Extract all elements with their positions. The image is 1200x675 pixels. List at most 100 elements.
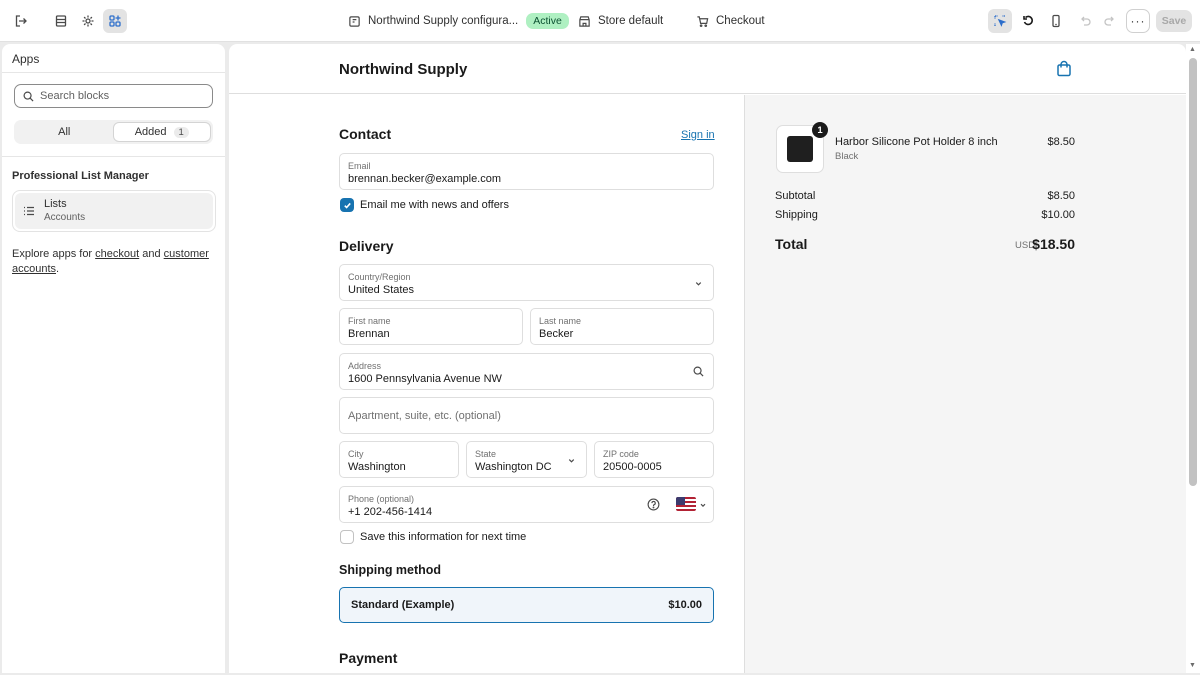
app-block-lists[interactable]: Lists Accounts (12, 190, 216, 232)
country-select[interactable]: Country/Region United States (339, 264, 714, 301)
cart-icon (697, 15, 709, 27)
list-icon (24, 206, 34, 216)
last-name-value: Becker (539, 328, 574, 340)
added-count-badge: 1 (173, 126, 189, 138)
app-section-title: Professional List Manager (12, 170, 149, 182)
address-label: Address (348, 361, 382, 371)
city-field[interactable]: City Washington (339, 441, 459, 478)
tab-added[interactable]: Added 1 (112, 122, 211, 142)
preview-scrollbar[interactable]: ▲ ▼ (1186, 44, 1200, 673)
apps-icon[interactable] (103, 9, 127, 33)
email-label: Email (348, 161, 371, 171)
scrollbar-thumb[interactable] (1189, 58, 1197, 486)
city-label: City (348, 449, 364, 459)
country-value: United States (348, 284, 415, 296)
email-value: brennan.becker@example.com (348, 173, 502, 185)
store-icon (579, 15, 590, 27)
shipping-option-price: $10.00 (668, 599, 702, 611)
help-icon[interactable] (647, 498, 660, 511)
settings-gear-icon[interactable] (76, 9, 100, 33)
redo-icon[interactable] (1098, 9, 1122, 33)
store-label: Store default (598, 15, 664, 27)
sidebar-divider (2, 156, 225, 157)
checkout-config-icon (349, 15, 360, 27)
tab-all[interactable]: All (16, 122, 113, 142)
search-placeholder: Search blocks (40, 90, 110, 102)
zip-value: 20500-0005 (603, 461, 662, 473)
page-selector[interactable]: Checkout (696, 0, 765, 42)
checkout-header: Northwind Supply (229, 44, 1186, 94)
state-select[interactable]: State Washington DC (466, 441, 587, 478)
zip-field[interactable]: ZIP code 20500-0005 (594, 441, 714, 478)
contact-heading: Contact (339, 126, 392, 142)
chevron-down-icon (695, 282, 702, 286)
checkout-apps-link[interactable]: checkout (95, 248, 139, 260)
mobile-preview-icon[interactable] (1044, 9, 1068, 33)
newsletter-label: Email me with news and offers (360, 199, 509, 211)
refresh-icon[interactable] (1016, 9, 1040, 33)
email-field[interactable]: Email brennan.becker@example.com (339, 153, 714, 190)
sign-in-link[interactable]: Sign in (681, 129, 715, 141)
save-button[interactable]: Save (1156, 10, 1192, 32)
more-actions-button[interactable]: ··· (1126, 9, 1150, 33)
address-field[interactable]: Address 1600 Pennsylvania Avenue NW (339, 353, 714, 390)
shopping-bag-icon[interactable] (1056, 60, 1072, 80)
first-name-label: First name (348, 316, 391, 326)
sections-icon[interactable] (49, 9, 73, 33)
search-icon (23, 91, 34, 102)
address-value: 1600 Pennsylvania Avenue NW (348, 373, 502, 385)
save-info-checkbox[interactable] (340, 530, 354, 544)
phone-value: +1 202-456-1414 (348, 506, 433, 518)
product-price: $8.50 (1047, 136, 1075, 148)
first-name-value: Brennan (348, 328, 390, 340)
chevron-down-icon (568, 459, 575, 463)
filter-tabs: All Added 1 (14, 120, 213, 144)
quantity-badge: 1 (812, 122, 828, 138)
shipping-label: Shipping (775, 209, 818, 221)
total-value: $18.50 (1032, 236, 1075, 252)
shipping-value: $10.00 (1041, 209, 1075, 221)
sidebar-title: Apps (12, 52, 40, 66)
product-variant: Black (835, 151, 859, 162)
apartment-field[interactable]: Apartment, suite, etc. (optional) (339, 397, 714, 434)
app-block-subtitle: Accounts (44, 212, 86, 223)
phone-field[interactable]: Phone (optional) +1 202-456-1414 (339, 486, 714, 523)
store-selector[interactable]: Store default (578, 0, 663, 42)
exit-icon[interactable] (9, 9, 33, 33)
first-name-field[interactable]: First name Brennan (339, 308, 523, 345)
order-summary: 1 Harbor Silicone Pot Holder 8 inch Blac… (744, 95, 1186, 673)
payment-heading: Payment (339, 650, 398, 666)
explore-middle: and (139, 248, 164, 260)
scroll-up-icon[interactable]: ▲ (1189, 46, 1196, 53)
newsletter-checkbox[interactable] (340, 198, 354, 212)
phone-label: Phone (optional) (348, 494, 415, 504)
config-selector[interactable]: Northwind Supply configura... Active (348, 0, 569, 42)
state-value: Washington DC (475, 461, 552, 473)
scroll-down-icon[interactable]: ▼ (1189, 662, 1196, 669)
total-label: Total (775, 236, 808, 252)
checkout-preview: Northwind Supply 1 Harbor Silicone Pot H… (229, 44, 1186, 673)
explore-suffix: . (56, 263, 60, 275)
check-icon (343, 202, 351, 209)
delivery-heading: Delivery (339, 238, 394, 254)
us-flag-icon[interactable] (676, 497, 696, 511)
product-name: Harbor Silicone Pot Holder 8 inch (835, 136, 998, 148)
store-name: Northwind Supply (339, 61, 468, 78)
tab-all-label: All (58, 126, 71, 138)
search-icon[interactable] (693, 366, 704, 377)
shipping-option[interactable]: Standard (Example) $10.00 (339, 587, 714, 623)
shipping-option-name: Standard (Example) (351, 599, 455, 611)
explore-apps-text: Explore apps for checkout and customer a… (12, 247, 212, 277)
tab-added-label: Added (134, 126, 167, 138)
subtotal-label: Subtotal (775, 190, 816, 202)
country-label: Country/Region (348, 272, 411, 282)
inspector-select-icon[interactable] (988, 9, 1012, 33)
city-value: Washington (348, 461, 406, 473)
search-blocks-input[interactable]: Search blocks (14, 84, 213, 108)
undo-icon[interactable] (1073, 9, 1097, 33)
zip-label: ZIP code (603, 449, 639, 459)
status-badge: Active (526, 13, 569, 29)
apartment-placeholder: Apartment, suite, etc. (optional) (348, 410, 501, 422)
save-info-label: Save this information for next time (360, 531, 527, 543)
last-name-field[interactable]: Last name Becker (530, 308, 714, 345)
